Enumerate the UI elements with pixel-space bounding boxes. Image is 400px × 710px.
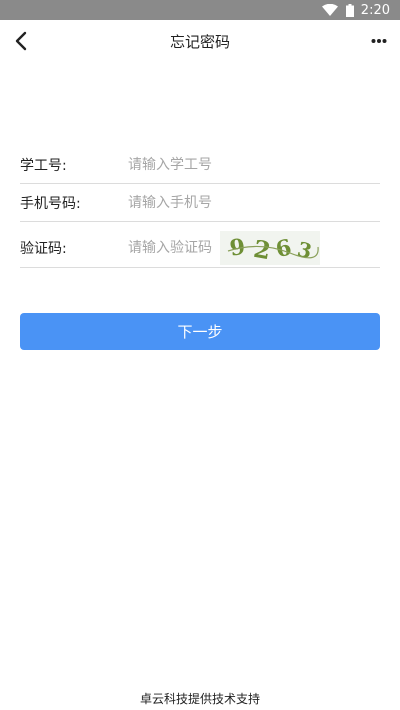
back-button[interactable] [6,26,36,56]
svg-text:3: 3 [295,237,314,264]
student-id-row: 学工号: [20,146,380,184]
phone-row: 手机号码: [20,184,380,222]
wifi-icon [321,4,338,16]
chevron-left-icon [15,31,27,51]
student-id-input[interactable] [128,150,380,180]
captcha-input[interactable] [128,233,220,263]
nav-bar: 忘记密码 [0,20,400,62]
captcha-row: 验证码: 9 2 6 3 [20,228,380,268]
captcha-graphic: 9 2 6 3 [227,234,319,265]
phone-input[interactable] [128,188,380,218]
more-dots-icon [371,39,387,43]
status-bar: 2:20 [0,0,400,20]
captcha-label: 验证码: [20,241,67,257]
more-button[interactable] [368,26,390,56]
footer-credit: 卓云科技提供技术支持 [139,692,260,706]
captcha-image[interactable]: 9 2 6 3 [220,231,320,265]
page-title: 忘记密码 [169,32,230,51]
svg-text:2: 2 [252,234,273,265]
status-time: 2:20 [360,2,390,18]
battery-icon [345,3,354,17]
phone-label: 手机号码: [20,196,81,212]
divider [20,267,380,268]
next-button[interactable]: 下一步 [20,313,380,350]
divider [20,221,380,222]
student-id-label: 学工号: [20,158,67,174]
